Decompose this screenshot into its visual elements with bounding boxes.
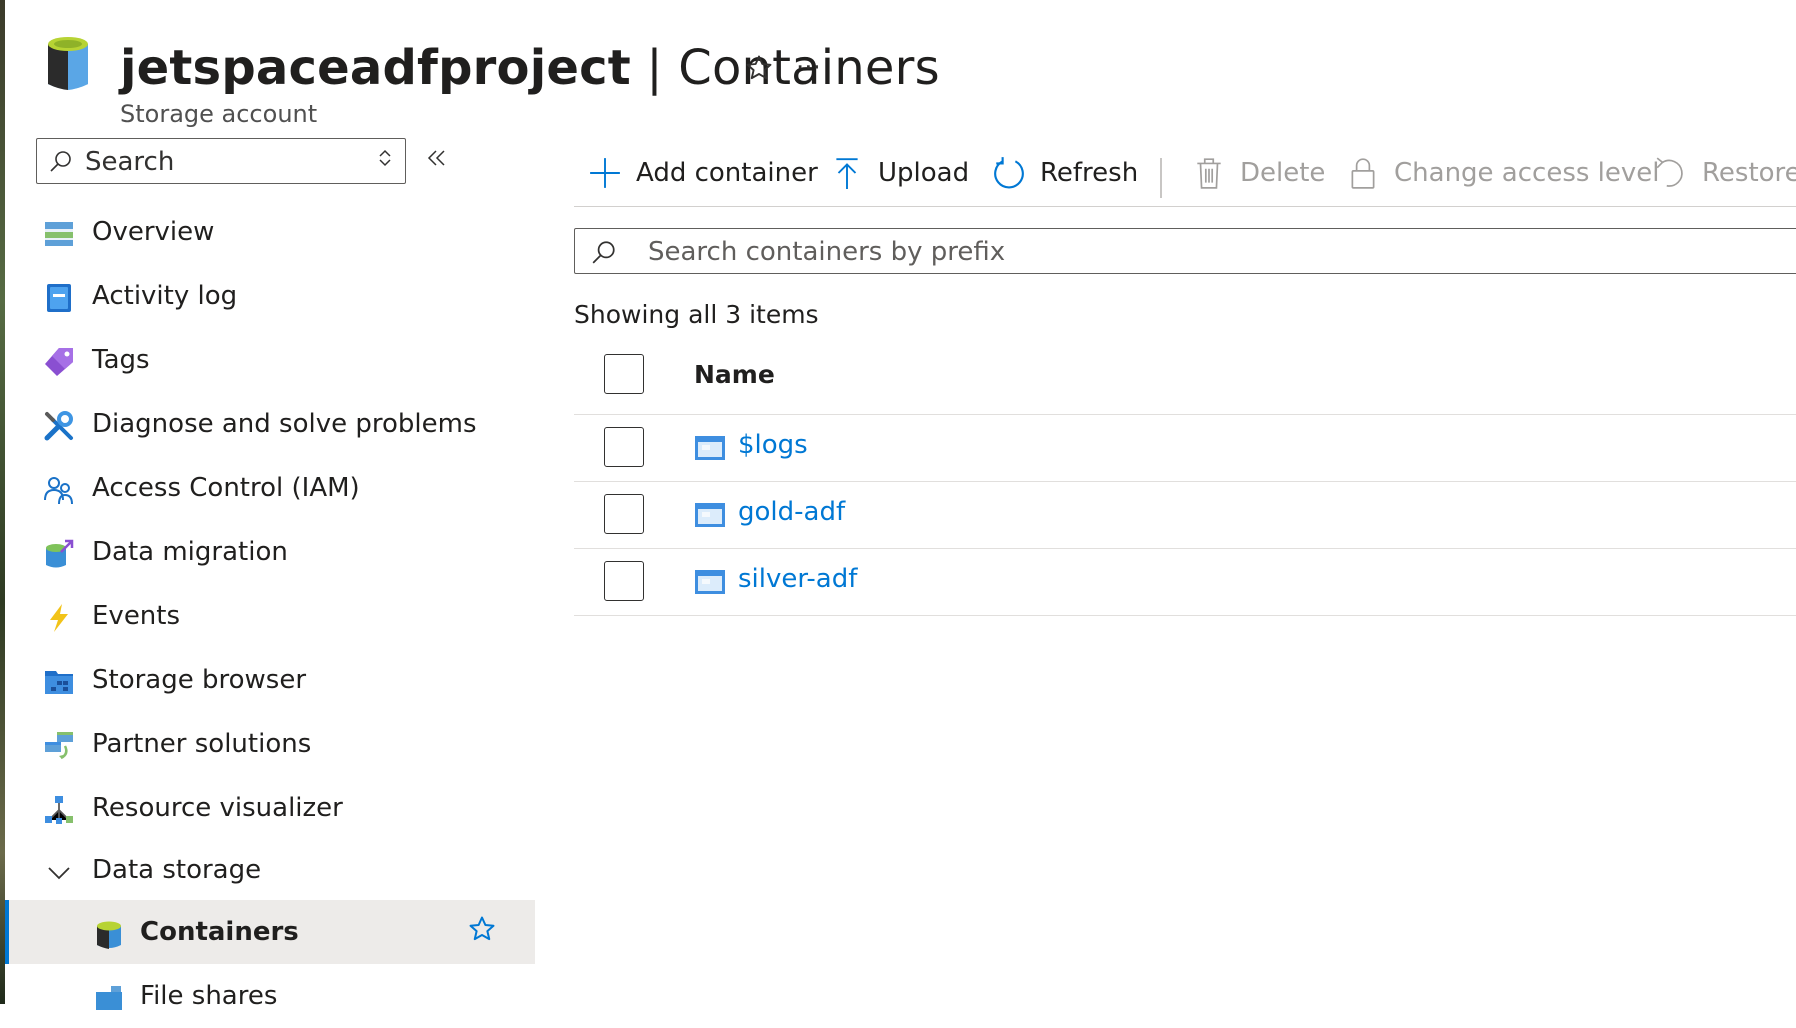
container-icon [97, 921, 121, 949]
menu-item-overview[interactable]: Overview [5, 200, 535, 264]
upload-icon [836, 158, 858, 189]
activity-log-icon [47, 284, 71, 312]
menu-item-label: Resource visualizer [92, 793, 343, 823]
select-all-checkbox[interactable] [604, 354, 644, 394]
menu-item-label: Access Control (IAM) [92, 473, 360, 503]
people-icon [44, 477, 73, 505]
menu-search-placeholder: Search [85, 147, 175, 177]
menu-item-label: Events [92, 601, 181, 631]
more-options-button[interactable]: ··· [796, 48, 821, 88]
menu-item-partner-solutions[interactable]: Partner solutions [5, 712, 535, 776]
containers-grid: Name $logs gold-adf silver-adf [574, 344, 1796, 616]
menu-item-events[interactable]: Events [5, 584, 535, 648]
resource-visualizer-icon [45, 796, 73, 824]
restore-label: Restore [1702, 158, 1796, 188]
container-link[interactable]: gold-adf [738, 497, 845, 527]
title-separator: | [630, 40, 679, 96]
menu-item-storage-browser[interactable]: Storage browser [5, 648, 535, 712]
menu-item-activity-log[interactable]: Activity log [5, 264, 535, 328]
menu-item-label: Partner solutions [92, 729, 312, 759]
grid-header-row: Name [574, 344, 1796, 415]
container-link[interactable]: $logs [738, 430, 808, 460]
upload-label: Upload [878, 158, 970, 188]
search-icon [592, 241, 615, 264]
resource-name: jetspaceadfproject [120, 40, 631, 96]
menu-item-label: Storage browser [92, 665, 307, 695]
container-link[interactable]: silver-adf [738, 564, 857, 594]
menu-item-label: Tags [92, 345, 150, 375]
restore-button[interactable]: Restore [1654, 150, 1796, 196]
toolbar-divider [1160, 158, 1162, 198]
trash-icon [1197, 158, 1221, 189]
add-container-label: Add container [636, 158, 818, 188]
table-row: silver-adf [574, 549, 1796, 616]
menu-item-iam[interactable]: Access Control (IAM) [5, 456, 535, 520]
menu-item-containers[interactable]: Containers [5, 900, 535, 964]
menu-item-label: File shares [140, 981, 278, 1011]
container-search-placeholder: Search containers by prefix [648, 237, 1006, 267]
menu-item-tags[interactable]: Tags [5, 328, 535, 392]
container-icon [695, 570, 725, 594]
menu-item-diagnose[interactable]: Diagnose and solve problems [5, 392, 535, 456]
menu-item-data-migration[interactable]: Data migration [5, 520, 535, 584]
storage-account-icon [48, 37, 88, 90]
search-icon [50, 151, 71, 172]
refresh-button[interactable]: Refresh [992, 150, 1138, 196]
container-prefix-search-input[interactable]: Search containers by prefix [574, 228, 1796, 274]
change-access-level-label: Change access level [1394, 158, 1660, 188]
command-bar: Add container Upload Refresh Delete Chan… [574, 146, 1796, 207]
refresh-label: Refresh [1040, 158, 1139, 188]
change-access-level-button[interactable]: Change access level [1346, 150, 1660, 196]
data-migration-icon [46, 539, 74, 568]
menu-item-label: Data migration [92, 537, 288, 567]
container-icon [695, 436, 725, 460]
table-row: $logs [574, 415, 1796, 482]
menu-group-data-storage[interactable]: Data storage [5, 840, 535, 900]
double-chevron-left-icon [427, 150, 445, 166]
delete-label: Delete [1240, 158, 1326, 188]
row-checkbox[interactable] [604, 427, 644, 467]
partner-solutions-icon [45, 732, 73, 760]
menu-item-resource-visualizer[interactable]: Resource visualizer [5, 776, 535, 840]
file-share-icon [96, 986, 122, 1010]
expand-collapse-toggle[interactable] [367, 140, 403, 176]
menu-search-input[interactable]: Search [36, 138, 406, 184]
menu-item-label: Activity log [92, 281, 238, 311]
menu-item-file-shares[interactable]: File shares [5, 964, 535, 1028]
column-header-name[interactable]: Name [694, 360, 775, 389]
chevron-down-icon [48, 867, 70, 880]
menu-item-label: Containers [140, 917, 299, 947]
plus-icon [590, 158, 620, 188]
page-subtitle: Storage account [120, 100, 318, 128]
upload-button[interactable]: Upload [830, 150, 969, 196]
undo-icon [1656, 157, 1683, 187]
lightning-icon [50, 604, 68, 632]
add-container-button[interactable]: Add container [588, 150, 818, 196]
menu-item-label: Overview [92, 217, 215, 247]
row-checkbox[interactable] [604, 561, 644, 601]
favorite-star-icon[interactable] [467, 914, 497, 944]
favorite-star-icon[interactable] [744, 48, 774, 94]
menu-item-label: Diagnose and solve problems [92, 409, 477, 439]
refresh-icon [994, 157, 1024, 189]
menu-items: Overview Activity log Tags Diagnose and … [5, 200, 535, 1028]
menu-group-label: Data storage [92, 855, 262, 885]
page-header: jetspaceadfproject | Containers Storage … [44, 26, 1044, 128]
overview-icon [45, 222, 73, 246]
container-icon [695, 503, 725, 527]
table-row: gold-adf [574, 482, 1796, 549]
lock-icon [1351, 158, 1375, 189]
delete-button[interactable]: Delete [1192, 150, 1325, 196]
up-down-chevron-icon [379, 149, 391, 167]
row-checkbox[interactable] [604, 494, 644, 534]
collapse-menu-button[interactable] [419, 140, 455, 176]
item-count-text: Showing all 3 items [574, 300, 819, 329]
storage-browser-icon [45, 671, 73, 694]
wrench-icon [44, 411, 73, 441]
tag-icon [45, 348, 73, 376]
resource-menu: Search Overview Activity log Tags Diagno… [5, 130, 535, 1011]
